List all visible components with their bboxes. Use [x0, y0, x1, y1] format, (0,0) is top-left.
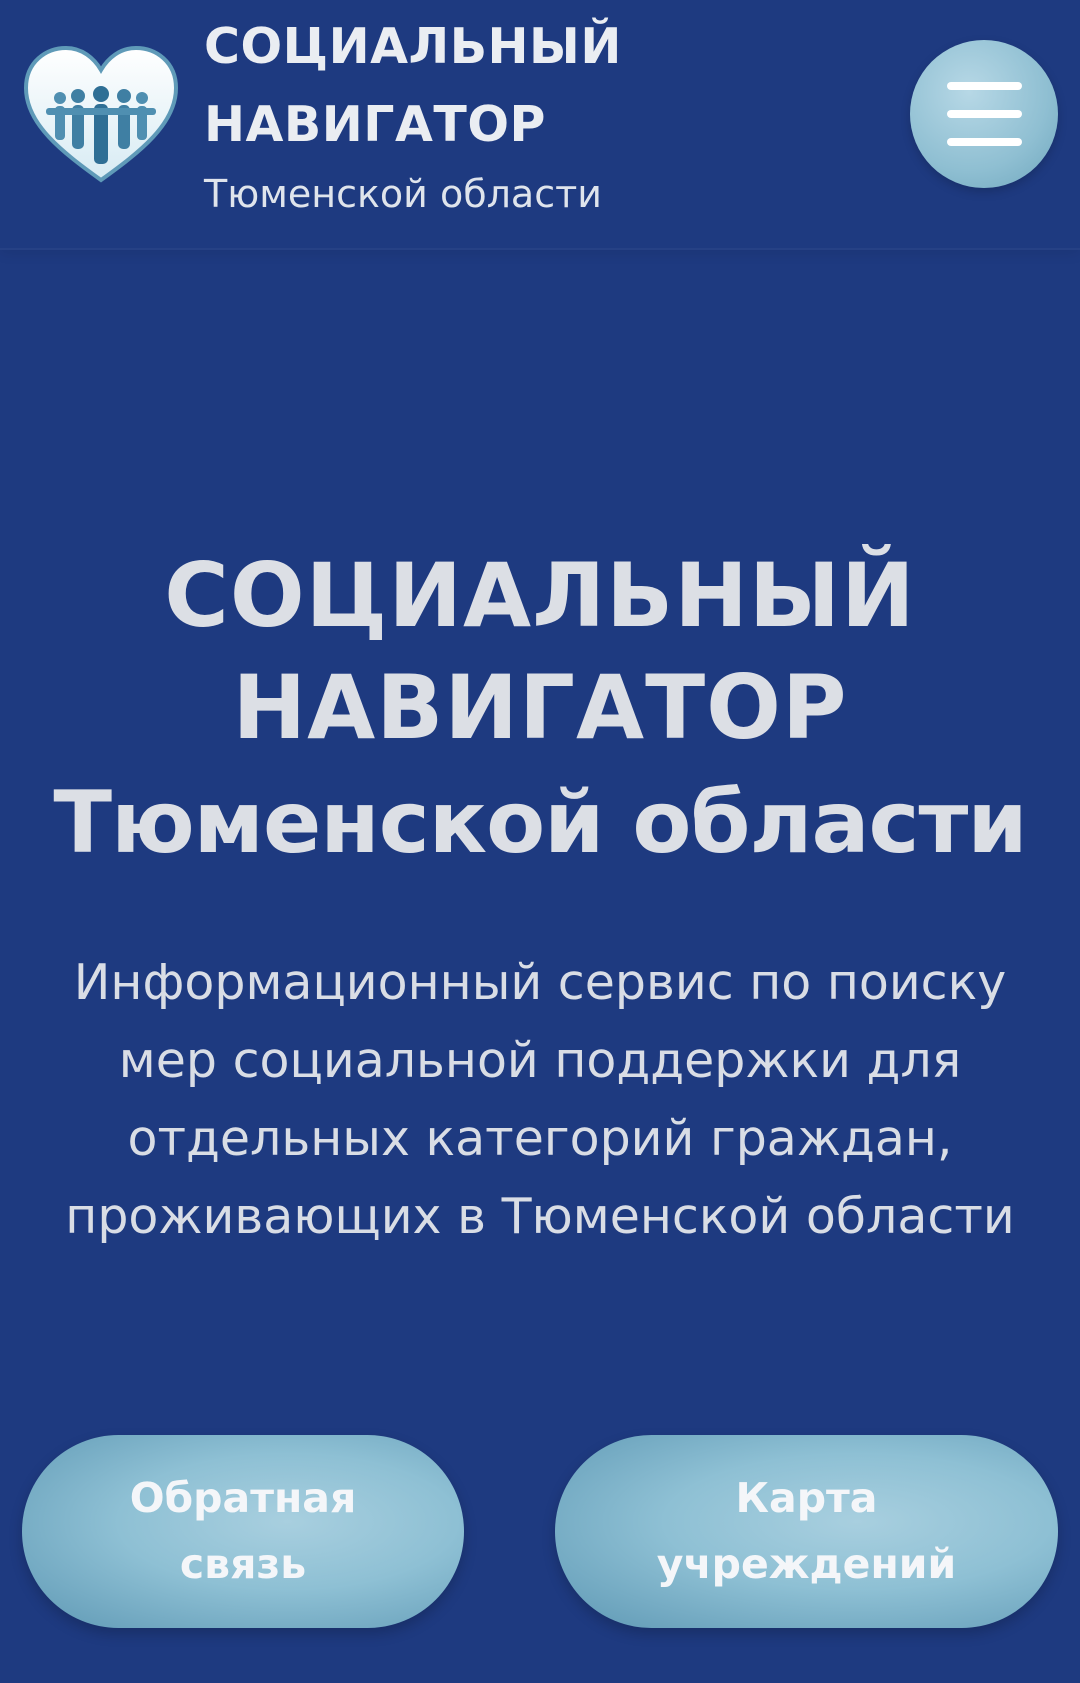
map-label-line-1: Карта: [735, 1474, 878, 1522]
menu-button[interactable]: [910, 40, 1058, 188]
hero-description-line-4: проживающих в Тюменской области: [65, 1188, 1015, 1245]
hero-description: Информационный сервис по поиску мер соци…: [0, 944, 1080, 1256]
hero-description-line-3: отдельных категорий граждан,: [127, 1110, 953, 1167]
hamburger-menu-icon: [947, 82, 1022, 146]
site-header: СОЦИАЛЬНЫЙ НАВИГАТОР Тюменской области: [0, 0, 1080, 250]
hero-description-line-1: Информационный сервис по поиску: [73, 954, 1007, 1011]
institutions-map-button-label: Карта учреждений: [555, 1465, 1058, 1597]
feedback-button[interactable]: Обратная связь: [22, 1435, 464, 1628]
map-label-line-2: учреждений: [656, 1540, 957, 1588]
hero-title-line-1: СОЦИАЛЬНЫЙ: [164, 544, 916, 647]
hero-title: СОЦИАЛЬНЫЙ НАВИГАТОР Тюменской области: [0, 540, 1080, 882]
institutions-map-button[interactable]: Карта учреждений: [555, 1435, 1058, 1628]
feedback-label-line-1: Обратная: [129, 1474, 357, 1522]
brand-title-line-2: НАВИГАТОР: [204, 96, 546, 153]
hero-description-line-2: мер социальной поддержки для: [118, 1032, 962, 1089]
hero-title-line-2: НАВИГАТОР: [232, 656, 848, 759]
hero-title-line-3: Тюменской области: [53, 773, 1027, 873]
heart-people-logo-icon[interactable]: [22, 44, 180, 184]
feedback-button-label: Обратная связь: [22, 1465, 464, 1597]
brand-subtitle: Тюменской области: [204, 172, 602, 216]
brand-title-line-1: СОЦИАЛЬНЫЙ: [204, 18, 622, 75]
brand-block[interactable]: СОЦИАЛЬНЫЙ НАВИГАТОР Тюменской области: [204, 8, 622, 220]
feedback-label-line-2: связь: [179, 1540, 307, 1588]
